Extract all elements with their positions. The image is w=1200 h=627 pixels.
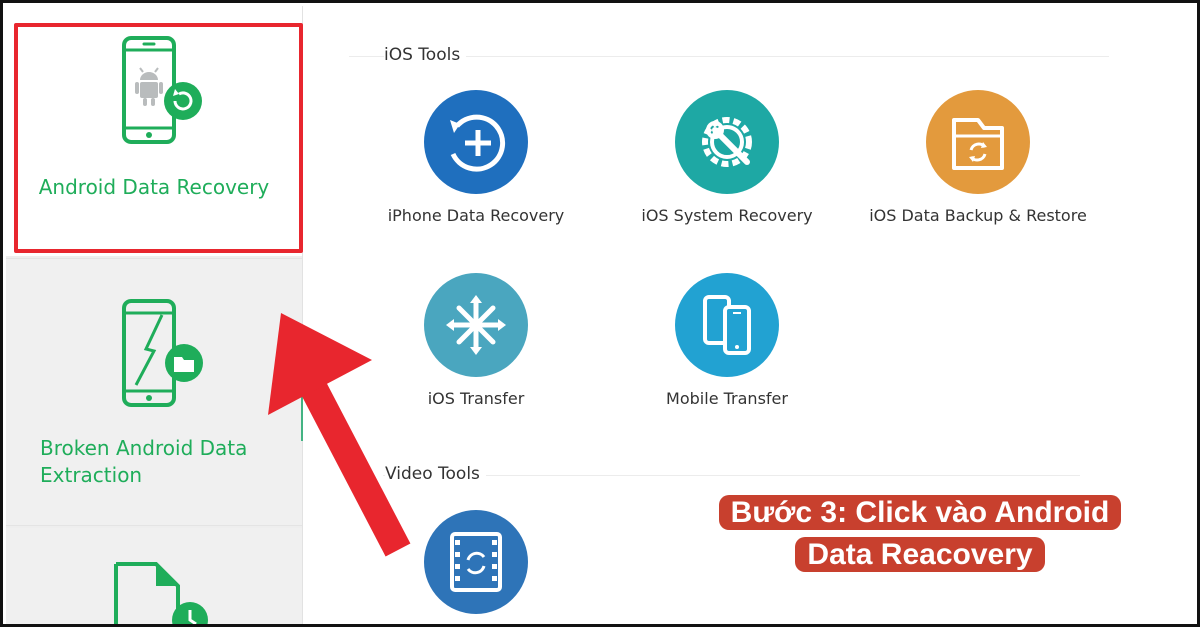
step-caption: Bước 3: Click vào Android Data Reacovery [697, 492, 1143, 576]
step-caption-text: Bước 3: Click vào Android Data Reacovery [718, 495, 1122, 572]
app-window: Android Data Recovery Broken Android Dat… [0, 0, 1200, 627]
